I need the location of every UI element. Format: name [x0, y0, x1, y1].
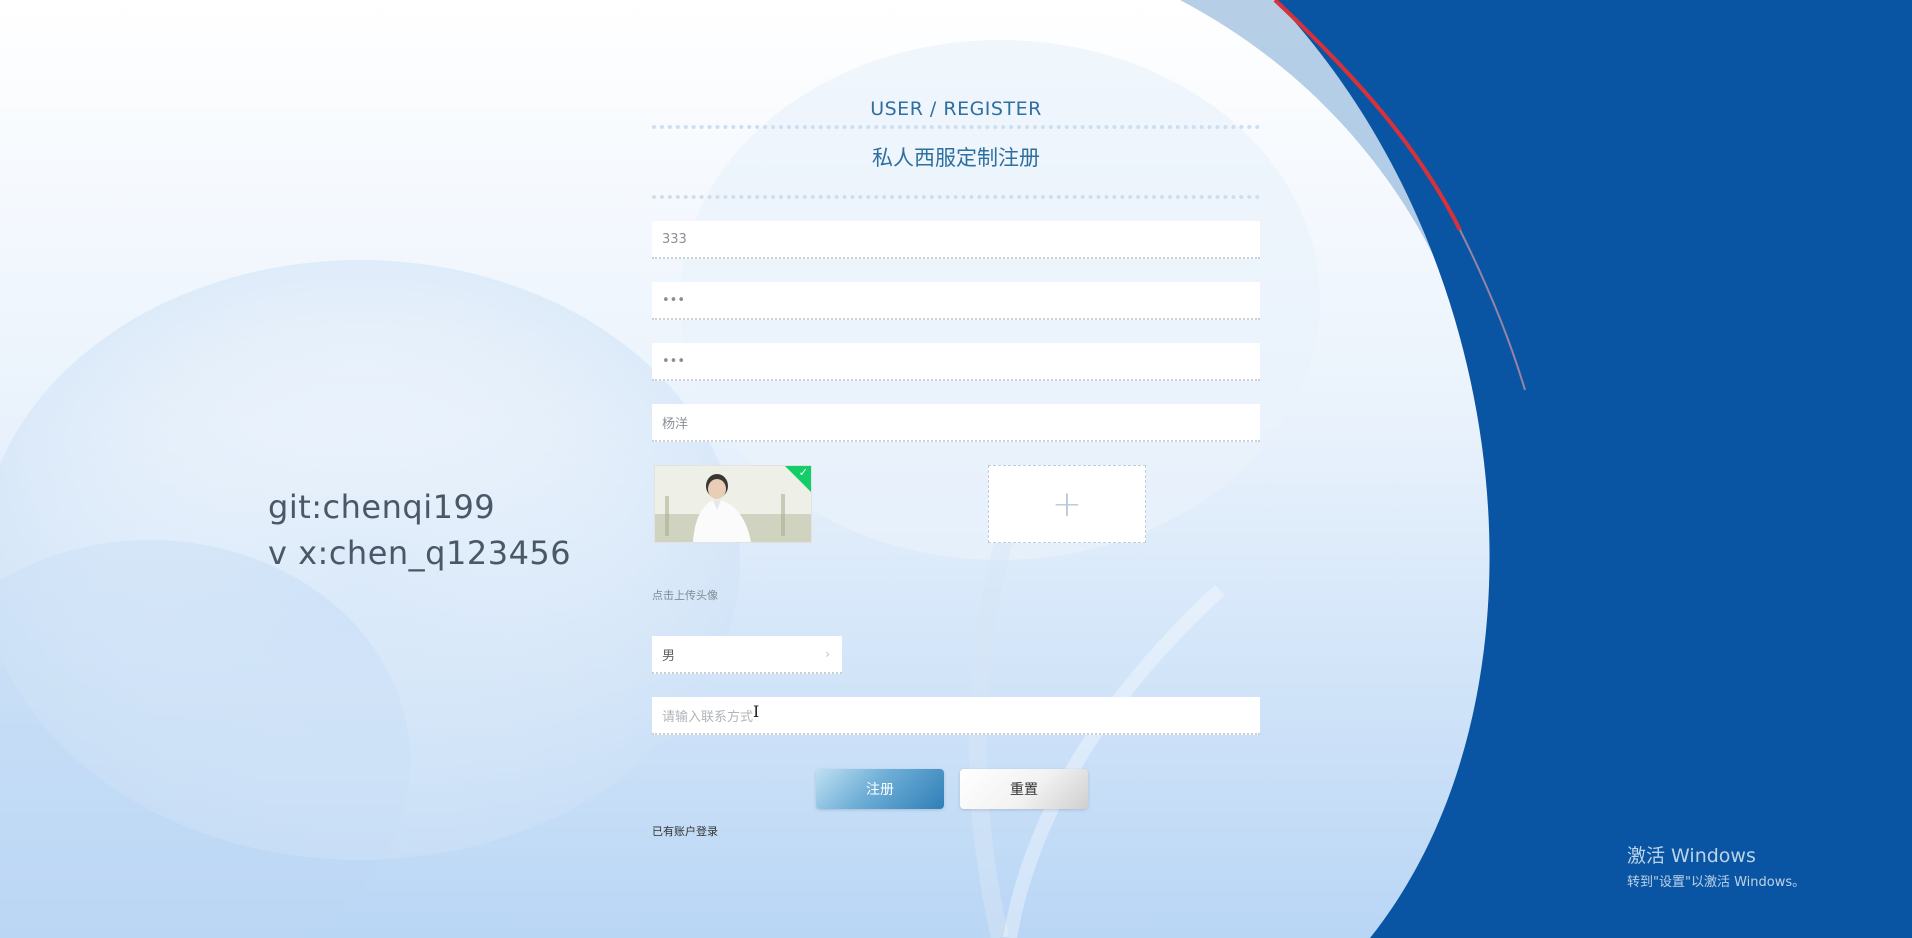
title-divider-bottom — [652, 195, 1260, 199]
plus-icon: + — [1051, 483, 1083, 525]
avatar-upload-button[interactable]: + — [988, 465, 1146, 543]
login-link[interactable]: 已有账户登录 — [652, 823, 718, 839]
check-icon: ✓ — [798, 466, 808, 479]
contact-input[interactable]: 请输入联系方式 — [652, 697, 1260, 735]
form-title-cn: 私人西服定制注册 — [872, 146, 1040, 170]
chevron-right-icon: › — [825, 647, 830, 661]
form-title-en: USER / REGISTER — [870, 98, 1042, 120]
confirm-password-input[interactable]: ••• — [652, 343, 1260, 381]
password-input[interactable]: ••• — [652, 282, 1260, 320]
upload-tip: 点击上传头像 — [652, 589, 718, 602]
watermark-git: git:chenqi199 — [268, 488, 496, 526]
gender-select[interactable]: 男 › — [652, 636, 842, 674]
account-input[interactable]: 333 — [652, 221, 1260, 259]
title-divider-top — [652, 125, 1260, 129]
reset-button[interactable]: 重置 — [960, 769, 1088, 809]
register-button[interactable]: 注册 — [816, 769, 944, 809]
activation-title: 激活 Windows — [1627, 845, 1756, 867]
name-input[interactable]: 杨洋 — [652, 404, 1260, 442]
watermark-contact: v x:chen_q123456 — [268, 534, 572, 572]
windows-activation-notice: 激活 Windows 转到"设置"以激活 Windows。 — [1627, 841, 1805, 890]
text-cursor-icon: I — [753, 702, 760, 721]
activation-subtitle: 转到"设置"以激活 Windows。 — [1627, 875, 1806, 890]
gender-selected-value: 男 — [662, 648, 676, 664]
avatar-preview[interactable]: ✓ — [654, 465, 812, 543]
background-art — [0, 0, 1912, 938]
